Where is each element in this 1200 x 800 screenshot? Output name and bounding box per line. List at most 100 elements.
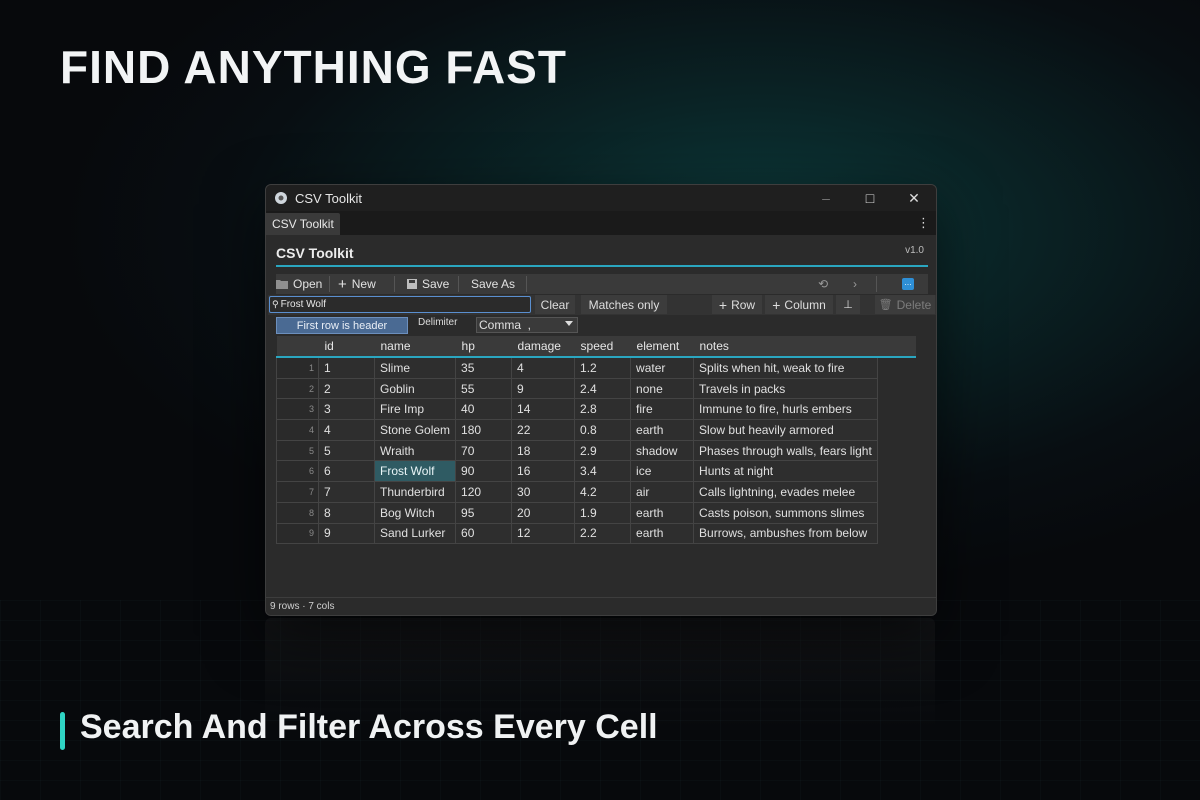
column-header[interactable]: hp: [455, 336, 512, 358]
table-cell[interactable]: 30: [511, 481, 576, 503]
table-cell[interactable]: 60: [455, 522, 513, 545]
minimize-button[interactable]: –: [804, 185, 848, 211]
clear-button[interactable]: Clear: [535, 295, 575, 314]
save-as-button[interactable]: Save As: [471, 274, 515, 294]
close-button[interactable]: ✕: [892, 185, 936, 211]
table-cell[interactable]: 8: [318, 501, 375, 524]
table-cell[interactable]: 1.9: [574, 501, 632, 524]
forward-button[interactable]: ›: [843, 274, 867, 294]
table-cell[interactable]: 2: [318, 377, 375, 400]
open-button[interactable]: Open: [276, 274, 322, 294]
table-cell[interactable]: 3: [318, 398, 375, 421]
table-cell[interactable]: 9: [318, 522, 375, 545]
split-button[interactable]: ⊥: [836, 295, 860, 314]
column-header[interactable]: element: [630, 336, 694, 358]
table-cell[interactable]: 180: [455, 419, 513, 441]
table-cell[interactable]: 2.8: [574, 398, 632, 421]
table-cell[interactable]: earth: [630, 419, 695, 441]
table-cell[interactable]: Stone Golem: [373, 419, 457, 441]
table-cell[interactable]: Wraith: [373, 439, 457, 462]
column-header[interactable]: damage: [511, 336, 575, 358]
history-button[interactable]: ⟲: [811, 274, 835, 294]
table-cell[interactable]: Calls lightning, evades melee: [693, 481, 878, 503]
table-row[interactable]: 6 6 Frost Wolf 90 16 3.4 ice Hunts at night: [276, 460, 878, 483]
table-cell[interactable]: 18: [511, 439, 576, 462]
table-cell[interactable]: Bog Witch: [373, 501, 457, 524]
table-cell[interactable]: 2.9: [574, 439, 632, 462]
table-row[interactable]: 1 1 Slime 35 4 1.2 water Splits when hit, weak …: [276, 356, 878, 379]
first-row-header-toggle[interactable]: First row is header: [276, 317, 408, 334]
table-cell[interactable]: water: [630, 356, 695, 379]
table-cell[interactable]: air: [630, 481, 695, 503]
table-cell[interactable]: 6: [318, 460, 375, 483]
more-options-icon[interactable]: ⋮: [917, 215, 930, 231]
column-header[interactable]: name: [374, 336, 456, 358]
table-cell[interactable]: 12: [511, 522, 576, 545]
new-button[interactable]: + New: [338, 274, 376, 294]
table-cell[interactable]: 3.4: [574, 460, 632, 483]
table-cell[interactable]: none: [630, 377, 695, 400]
delimiter-select[interactable]: Comma ,: [476, 317, 578, 333]
table-row[interactable]: 5 5 Wraith 70 18 2.9 shadow Phases through wall…: [276, 439, 878, 462]
table-cell[interactable]: 9: [511, 377, 576, 400]
table-cell[interactable]: Thunderbird: [373, 481, 457, 503]
tab-csv-toolkit[interactable]: CSV Toolkit: [266, 213, 340, 235]
table-cell[interactable]: earth: [630, 501, 695, 524]
table-cell[interactable]: Frost Wolf: [373, 460, 457, 483]
table-cell[interactable]: fire: [630, 398, 695, 421]
table-cell[interactable]: 14: [511, 398, 576, 421]
table-row[interactable]: 4 4 Stone Golem 180 22 0.8 earth Slow but heavi…: [276, 419, 878, 441]
table-cell[interactable]: 7: [318, 481, 375, 503]
table-cell[interactable]: 0.8: [574, 419, 632, 441]
table-cell[interactable]: 4: [318, 419, 375, 441]
table-cell[interactable]: 2.4: [574, 377, 632, 400]
table-cell[interactable]: 4.2: [574, 481, 632, 503]
table-cell[interactable]: Sand Lurker: [373, 522, 457, 545]
table-cell[interactable]: 4: [511, 356, 576, 379]
table-cell[interactable]: Burrows, ambushes from below: [693, 522, 878, 545]
table-cell[interactable]: shadow: [630, 439, 695, 462]
menu-square-icon[interactable]: …: [902, 278, 914, 290]
table-cell[interactable]: Slow but heavily armored: [693, 419, 878, 441]
table-cell[interactable]: Casts poison, summons slimes: [693, 501, 878, 524]
table-cell[interactable]: 35: [455, 356, 513, 379]
table-cell[interactable]: Immune to fire, hurls embers: [693, 398, 878, 421]
table-row[interactable]: 2 2 Goblin 55 9 2.4 none Travels in packs: [276, 377, 878, 400]
column-header[interactable]: speed: [574, 336, 631, 358]
table-cell[interactable]: earth: [630, 522, 695, 545]
delete-button[interactable]: 🗑 Delete: [875, 295, 935, 314]
add-column-button[interactable]: + Column: [765, 295, 833, 314]
table-row[interactable]: 7 7 Thunderbird 120 30 4.2 air Calls lightning,…: [276, 481, 878, 503]
table-cell[interactable]: Slime: [373, 356, 457, 379]
table-cell[interactable]: 5: [318, 439, 375, 462]
table-cell[interactable]: 20: [511, 501, 576, 524]
save-button[interactable]: Save: [407, 274, 449, 294]
table-cell[interactable]: ice: [630, 460, 695, 483]
matches-only-button[interactable]: Matches only: [581, 295, 667, 314]
maximize-button[interactable]: □: [848, 185, 892, 211]
table-row[interactable]: 9 9 Sand Lurker 60 12 2.2 earth Burrows, ambush…: [276, 522, 878, 545]
table-row[interactable]: 8 8 Bog Witch 95 20 1.9 earth Casts poison, sum…: [276, 501, 878, 524]
table-cell[interactable]: 16: [511, 460, 576, 483]
search-input[interactable]: ⚲ Frost Wolf: [269, 296, 531, 313]
table-cell[interactable]: 70: [455, 439, 513, 462]
table-cell[interactable]: 90: [455, 460, 513, 483]
table-cell[interactable]: Phases through walls, fears light: [693, 439, 878, 462]
table-cell[interactable]: Fire Imp: [373, 398, 457, 421]
table-cell[interactable]: Travels in packs: [693, 377, 878, 400]
table-row[interactable]: 3 3 Fire Imp 40 14 2.8 fire Immune to fire, hur…: [276, 398, 878, 421]
table-cell[interactable]: 22: [511, 419, 576, 441]
table-cell[interactable]: 1.2: [574, 356, 632, 379]
add-row-button[interactable]: + Row: [712, 295, 762, 314]
table-cell[interactable]: Goblin: [373, 377, 457, 400]
table-cell[interactable]: 1: [318, 356, 375, 379]
table-cell[interactable]: Hunts at night: [693, 460, 878, 483]
table-cell[interactable]: 95: [455, 501, 513, 524]
table-cell[interactable]: Splits when hit, weak to fire: [693, 356, 878, 379]
table-cell[interactable]: 120: [455, 481, 513, 503]
table-cell[interactable]: 2.2: [574, 522, 632, 545]
table-cell[interactable]: 55: [455, 377, 513, 400]
column-header[interactable]: notes: [693, 336, 878, 358]
table-cell[interactable]: 40: [455, 398, 513, 421]
column-header[interactable]: id: [318, 336, 375, 358]
